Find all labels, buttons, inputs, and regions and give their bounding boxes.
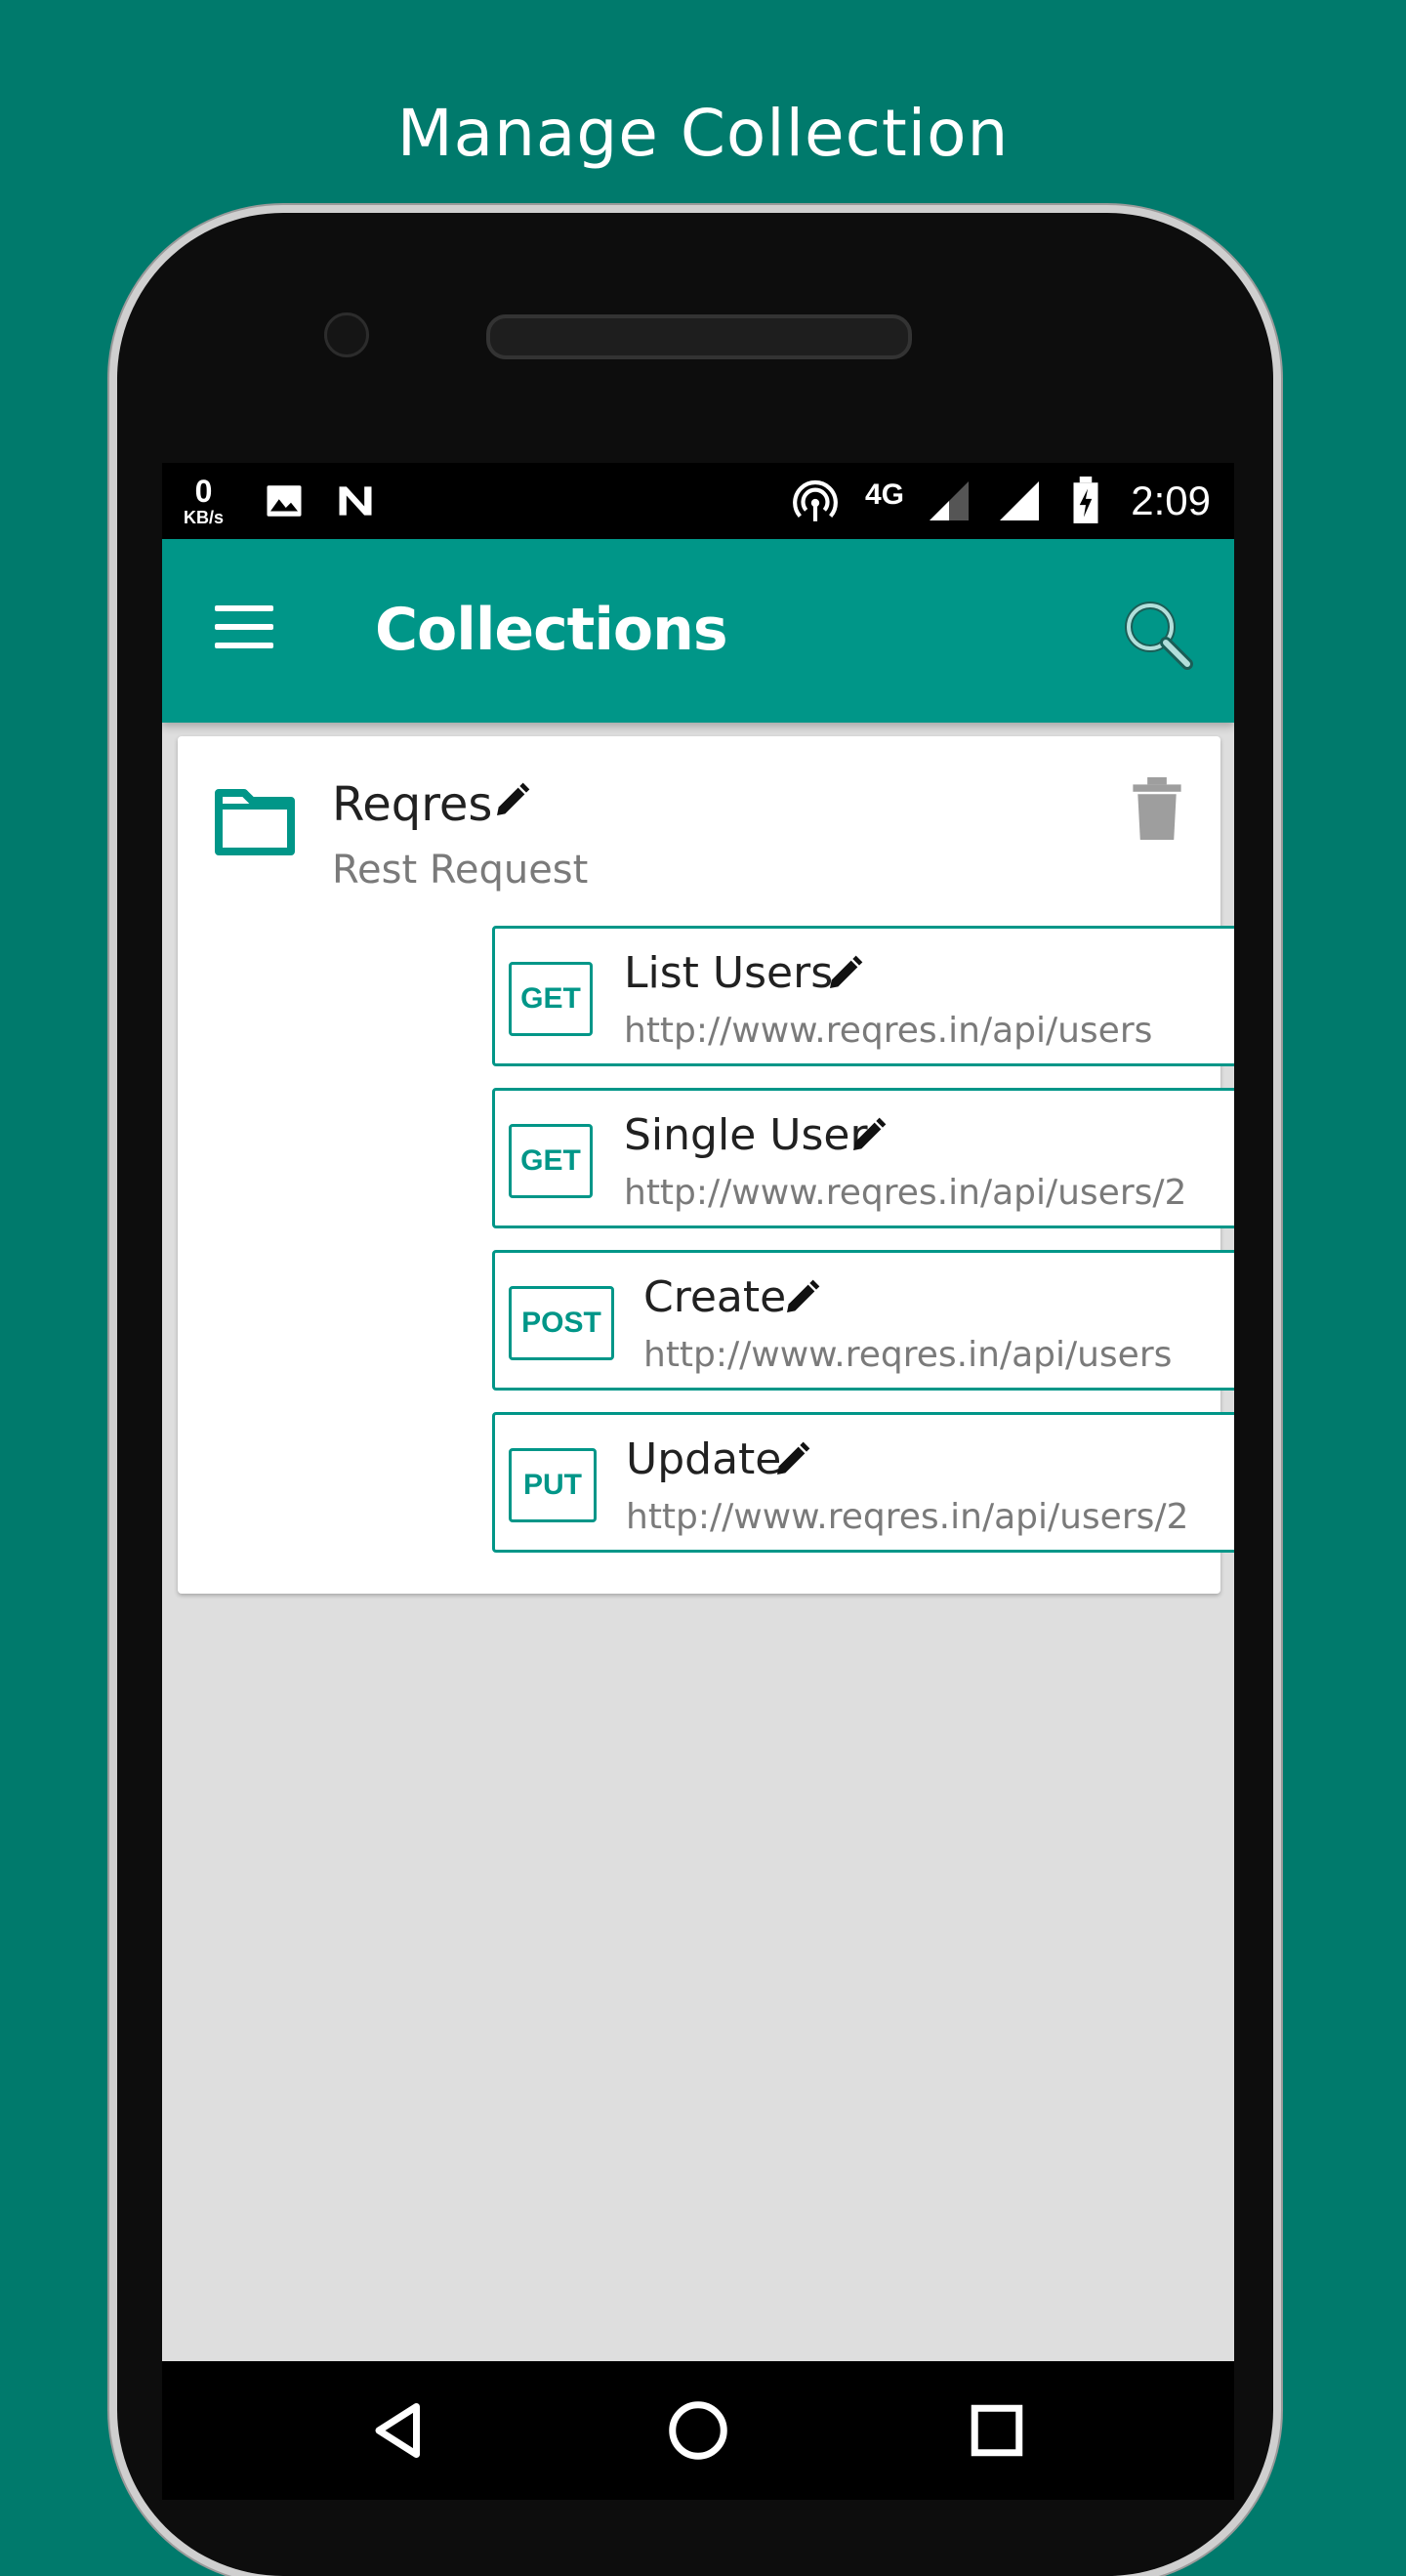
status-time: 2:09 [1131, 478, 1211, 523]
signal-icon [996, 463, 1043, 539]
request-item[interactable]: POST Create http://www.reqres.in/api/use… [492, 1250, 1234, 1391]
network-type: 4G [865, 478, 905, 511]
navigation-bar [162, 2361, 1234, 2500]
delete-icon[interactable] [1133, 777, 1181, 840]
request-item[interactable]: GET List Users http://www.reqres.in/api/… [492, 926, 1234, 1066]
front-camera [324, 312, 369, 357]
signal-icon [926, 463, 972, 539]
method-badge: GET [509, 1124, 593, 1198]
n-icon [334, 463, 377, 539]
request-url: http://www.reqres.in/api/users [643, 1335, 1173, 1375]
edit-icon[interactable] [772, 1440, 811, 1479]
request-name: Update [626, 1434, 782, 1484]
edit-icon[interactable] [825, 954, 864, 993]
edit-icon[interactable] [848, 1116, 888, 1155]
network-speed: 0 KB/s [184, 463, 224, 539]
request-name: Create [643, 1272, 787, 1322]
method-badge: POST [509, 1286, 614, 1360]
page-title: Collections [375, 596, 728, 664]
network-speed-unit: KB/s [184, 508, 225, 527]
edit-icon[interactable] [782, 1278, 821, 1317]
request-url: http://www.reqres.in/api/users [624, 1011, 1153, 1051]
request-url: http://www.reqres.in/api/users/2 [626, 1497, 1189, 1537]
app-screen: 0 KB/s 4G 2:09 Collections Reqres Rest R… [162, 463, 1234, 2500]
back-icon[interactable] [365, 2396, 434, 2465]
recents-icon[interactable] [963, 2396, 1031, 2465]
home-icon[interactable] [664, 2396, 732, 2465]
promo-title: Manage Collection [396, 96, 1010, 171]
edit-icon[interactable] [492, 781, 531, 820]
status-bar: 0 KB/s 4G 2:09 [162, 463, 1234, 539]
hotspot-icon [791, 463, 840, 539]
method-badge: PUT [509, 1448, 597, 1522]
battery-charging-icon [1066, 463, 1105, 539]
app-bar: Collections [162, 539, 1234, 723]
folder-icon [213, 781, 297, 859]
menu-icon[interactable] [215, 605, 273, 654]
request-url: http://www.reqres.in/api/users/2 [624, 1173, 1187, 1213]
collection-description: Rest Request [332, 848, 589, 893]
request-item[interactable]: PUT Update http://www.reqres.in/api/user… [492, 1412, 1234, 1553]
search-icon[interactable] [1119, 596, 1197, 674]
collection-card[interactable]: Reqres Rest Request GET List Users http:… [178, 736, 1234, 1594]
collection-name: Reqres [332, 777, 493, 832]
request-name: List Users [624, 948, 834, 998]
method-badge: GET [509, 962, 593, 1036]
network-speed-value: 0 [194, 474, 213, 509]
image-icon [264, 463, 305, 539]
earpiece-speaker [486, 314, 912, 359]
request-item[interactable]: GET Single User http://www.reqres.in/api… [492, 1088, 1234, 1228]
request-name: Single User [624, 1110, 868, 1160]
